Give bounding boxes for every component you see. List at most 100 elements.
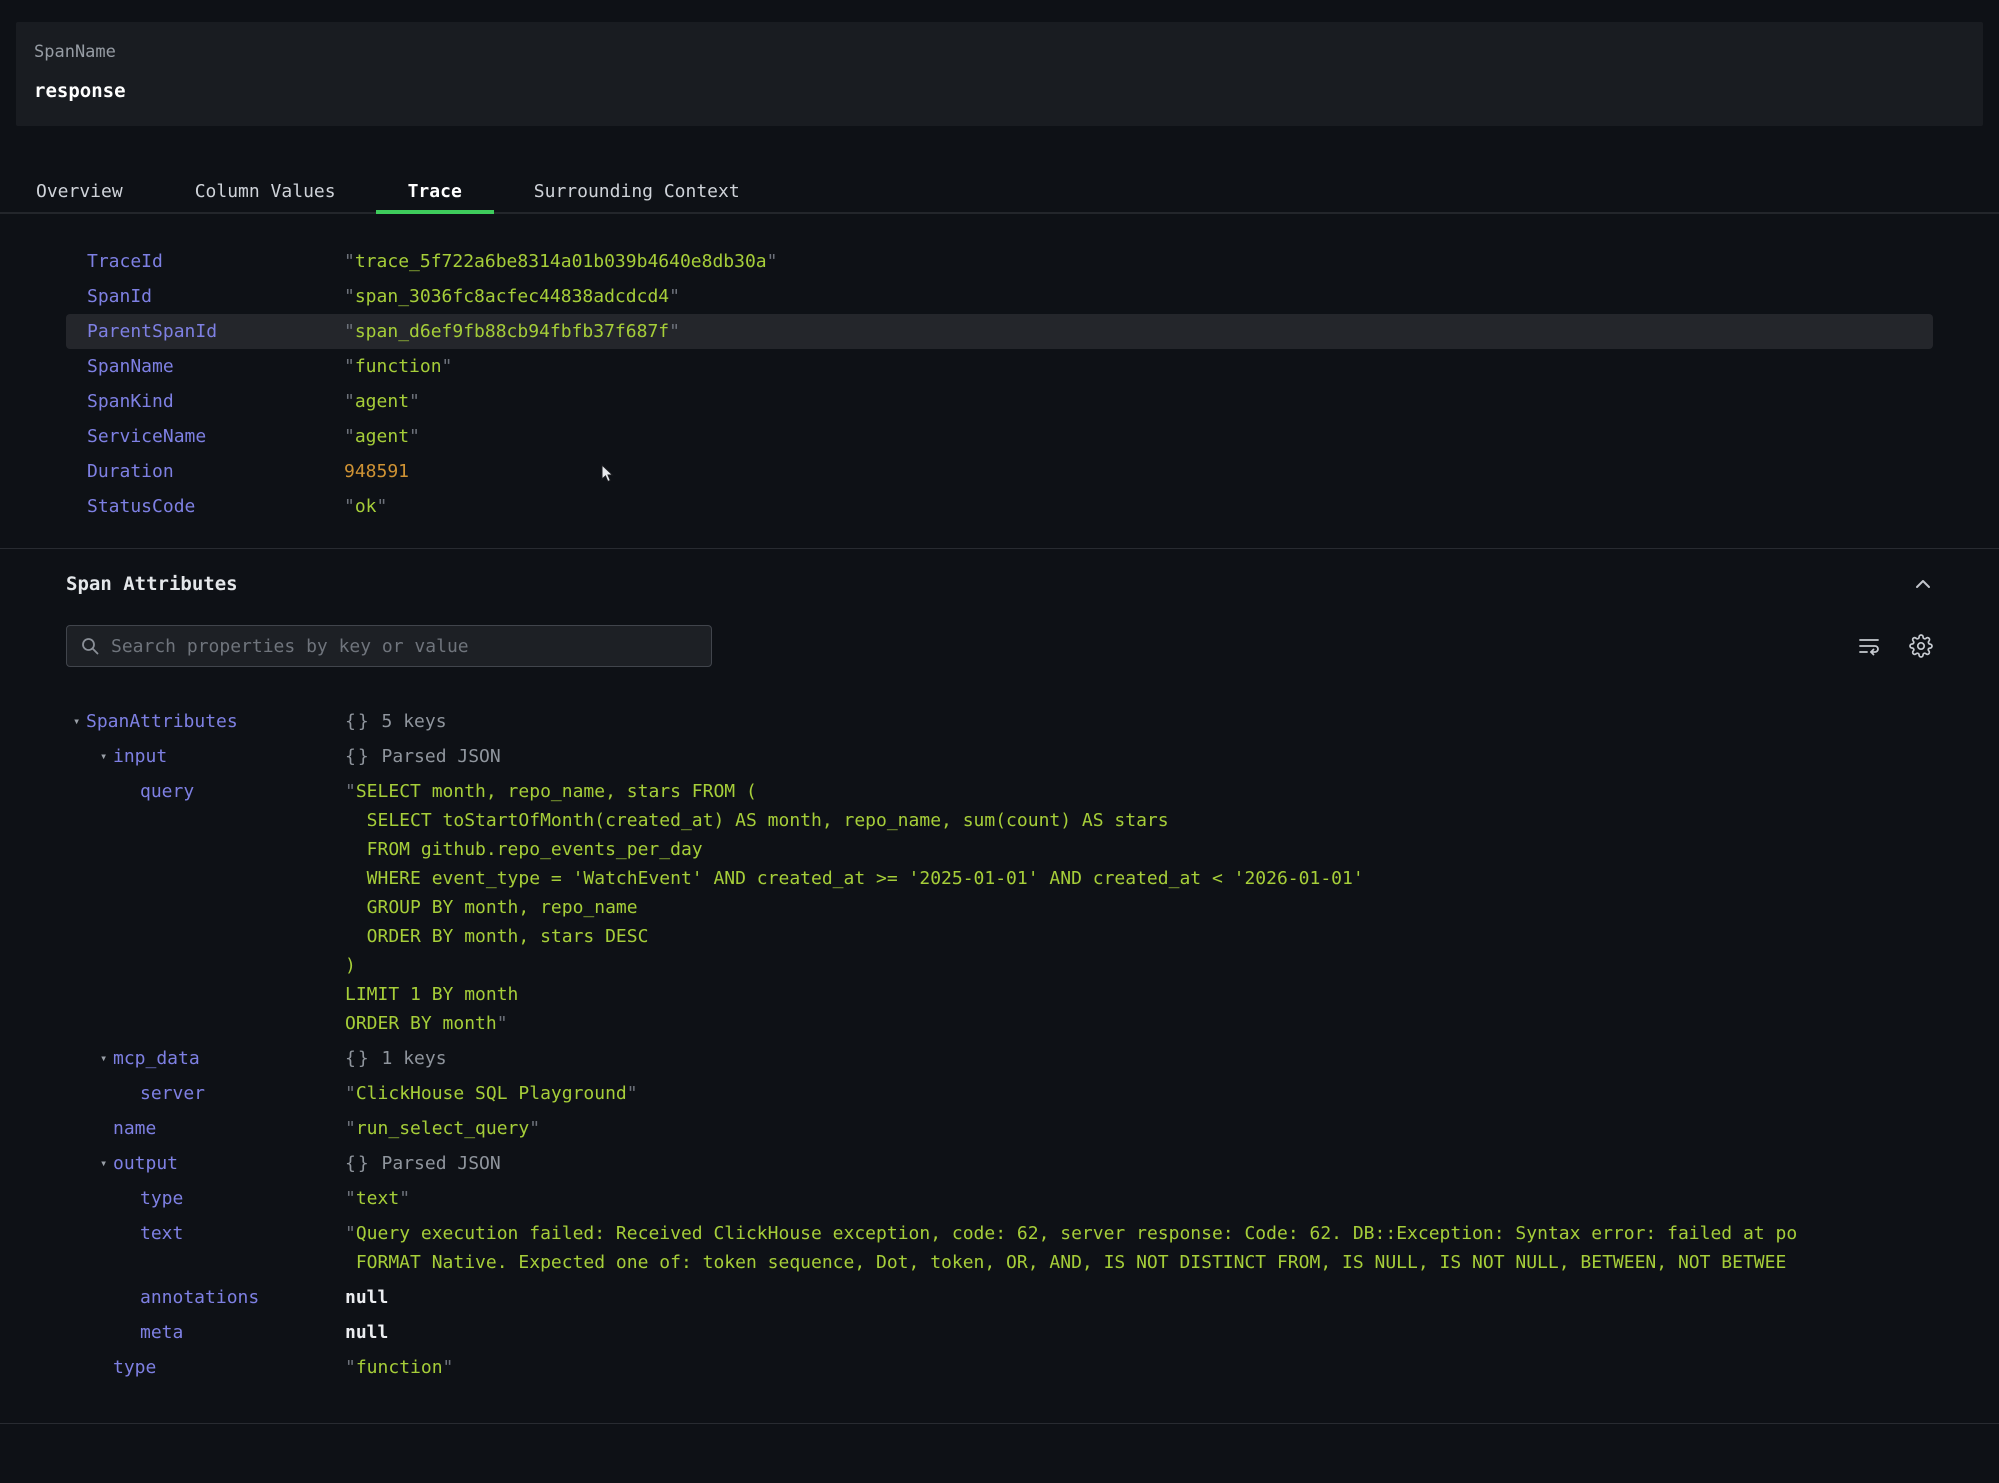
tree-key: type — [140, 1184, 345, 1213]
field-row-spankind[interactable]: SpanKind"agent" — [66, 384, 1933, 419]
span-header-label: SpanName — [34, 42, 1965, 62]
close-quote: " — [377, 496, 388, 517]
field-value: "agent" — [344, 426, 420, 447]
field-key: SpanId — [87, 286, 344, 307]
close-quote: " — [442, 356, 453, 377]
tree-key: text — [140, 1219, 345, 1248]
collapse-arrow-icon[interactable]: ▾ — [100, 742, 113, 771]
tree-key: name — [113, 1114, 345, 1143]
settings-gear-icon[interactable] — [1909, 634, 1933, 658]
value-string: agent — [355, 426, 409, 447]
braces-icon: {} — [345, 711, 371, 732]
value-string: function — [356, 1357, 443, 1378]
value-number: 948591 — [344, 461, 409, 482]
value-null: null — [345, 1287, 388, 1308]
close-quote: " — [669, 286, 680, 307]
tree-value: "function" — [345, 1353, 453, 1382]
tree-row-input[interactable]: ▾input{} Parsed JSON — [73, 739, 1999, 774]
braces-icon: {} — [345, 1048, 371, 1069]
tree-key: annotations — [140, 1283, 345, 1312]
search-input[interactable] — [66, 625, 712, 667]
tab-bar: OverviewColumn ValuesTraceSurrounding Co… — [0, 171, 1999, 214]
field-value: "function" — [344, 356, 452, 377]
field-row-statuscode[interactable]: StatusCode"ok" — [66, 489, 1933, 524]
field-row-spanname[interactable]: SpanName"function" — [66, 349, 1933, 384]
value-string: ClickHouse SQL Playground — [356, 1083, 627, 1104]
span-header-card: SpanName response — [16, 22, 1983, 126]
tree-value: "run_select_query" — [345, 1114, 540, 1143]
span-header-value: response — [34, 80, 1965, 102]
value-string: text — [356, 1188, 399, 1209]
tree-value: "SELECT month, repo_name, stars FROM ( S… — [345, 777, 1364, 1038]
tree-row-query[interactable]: ▾query"SELECT month, repo_name, stars FR… — [73, 774, 1999, 1041]
tree-row-type[interactable]: ▾type"function" — [73, 1350, 1999, 1385]
open-quote: " — [345, 1118, 356, 1139]
field-key: SpanName — [87, 356, 344, 377]
value-string: span_3036fc8acfec44838adcdcd4 — [355, 286, 669, 307]
tab-trace[interactable]: Trace — [372, 171, 498, 212]
tree-key: type — [113, 1353, 345, 1382]
open-quote: " — [344, 426, 355, 447]
search-actions — [1857, 634, 1933, 658]
value-string: ok — [355, 496, 377, 517]
span-attributes-title: Span Attributes — [66, 573, 238, 595]
close-quote: " — [669, 321, 680, 342]
tree-row-spanattributes[interactable]: ▾SpanAttributes{} 5 keys — [73, 704, 1999, 739]
field-row-parentspanid[interactable]: ParentSpanId "span_d6ef9fb88cb94fbfb37f68… — [66, 314, 1933, 349]
close-quote: " — [409, 391, 420, 412]
tree-key: server — [140, 1079, 345, 1108]
open-quote: " — [344, 356, 355, 377]
value-string: function — [355, 356, 442, 377]
tree-value: null — [345, 1318, 388, 1347]
tree-row-server[interactable]: ▾server"ClickHouse SQL Playground" — [73, 1076, 1999, 1111]
tree-row-name[interactable]: ▾name"run_select_query" — [73, 1111, 1999, 1146]
wrap-lines-icon[interactable] — [1857, 634, 1881, 658]
field-value: "span_3036fc8acfec44838adcdcd4" — [344, 286, 680, 307]
collapse-section-icon[interactable] — [1913, 574, 1933, 594]
braces-icon: {} — [345, 746, 371, 767]
close-quote: " — [497, 1013, 508, 1034]
open-quote: " — [345, 1188, 356, 1209]
field-row-spanid[interactable]: SpanId"span_3036fc8acfec44838adcdcd4" — [66, 279, 1933, 314]
close-quote: " — [399, 1188, 410, 1209]
open-quote: " — [344, 251, 355, 272]
tree-key: SpanAttributes — [86, 707, 345, 736]
open-quote: " — [345, 1357, 356, 1378]
close-quote: " — [443, 1357, 454, 1378]
tab-surrounding-context[interactable]: Surrounding Context — [498, 171, 776, 212]
tree-value: {} Parsed JSON — [345, 1149, 501, 1178]
collapse-arrow-icon[interactable]: ▾ — [100, 1149, 113, 1178]
value-string: trace_5f722a6be8314a01b039b4640e8db30a — [355, 251, 767, 272]
tree-key: output — [113, 1149, 345, 1178]
close-quote: " — [529, 1118, 540, 1139]
field-row-servicename[interactable]: ServiceName"agent" — [66, 419, 1933, 454]
tab-overview[interactable]: Overview — [0, 171, 159, 212]
field-key: StatusCode — [87, 496, 344, 517]
tree-value: "text" — [345, 1184, 410, 1213]
field-key: ParentSpanId — [87, 321, 344, 342]
tree-row-annotations[interactable]: ▾annotationsnull — [73, 1280, 1999, 1315]
tree-row-output[interactable]: ▾output{} Parsed JSON — [73, 1146, 1999, 1181]
field-key: ServiceName — [87, 426, 344, 447]
collapse-arrow-icon[interactable]: ▾ — [100, 1044, 113, 1073]
field-row-duration[interactable]: Duration948591 — [66, 454, 1933, 489]
close-quote: " — [627, 1083, 638, 1104]
collapse-arrow-icon[interactable]: ▾ — [73, 707, 86, 736]
tree-row-meta[interactable]: ▾metanull — [73, 1315, 1999, 1350]
field-row-traceid[interactable]: TraceId"trace_5f722a6be8314a01b039b4640e… — [66, 244, 1933, 279]
close-quote: " — [409, 426, 420, 447]
tree-row-type[interactable]: ▾type"text" — [73, 1181, 1999, 1216]
attributes-toolbar — [66, 625, 1933, 667]
tab-column-values[interactable]: Column Values — [159, 171, 372, 212]
open-quote: " — [344, 391, 355, 412]
tree-value: null — [345, 1283, 388, 1312]
value-string: run_select_query — [356, 1118, 529, 1139]
value-null: null — [345, 1322, 388, 1343]
tree-row-mcp-data[interactable]: ▾mcp_data{} 1 keys — [73, 1041, 1999, 1076]
braces-icon: {} — [345, 1153, 371, 1174]
keys-count: Parsed JSON — [371, 1153, 501, 1174]
tree-row-text[interactable]: ▾text"Query execution failed: Received C… — [73, 1216, 1999, 1280]
tree-value: {} 1 keys — [345, 1044, 447, 1073]
tree-value: "Query execution failed: Received ClickH… — [345, 1219, 1797, 1277]
value-string: span_d6ef9fb88cb94fbfb37f687f — [355, 321, 669, 342]
